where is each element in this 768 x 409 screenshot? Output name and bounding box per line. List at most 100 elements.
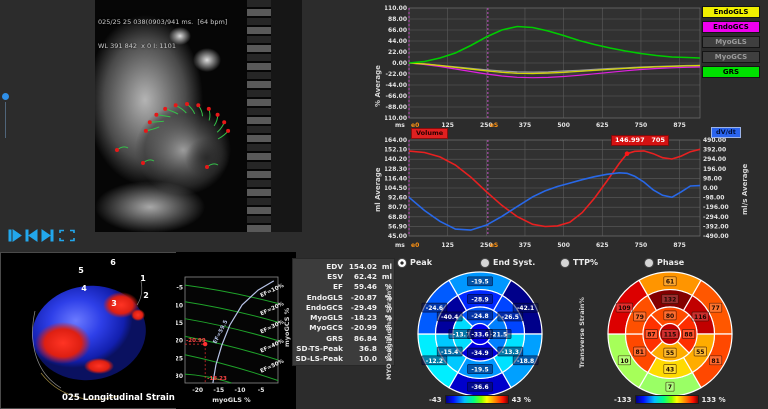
strain-y-axis-label: % Average [374, 52, 382, 120]
radio-dot[interactable] [398, 259, 406, 267]
svg-text:10: 10 [620, 358, 628, 365]
svg-text:-66.00: -66.00 [386, 93, 407, 100]
play-icon[interactable] [9, 230, 21, 241]
svg-text:109: 109 [618, 305, 631, 312]
svg-text:116.40: 116.40 [385, 175, 407, 182]
previous-frame-icon[interactable] [26, 230, 37, 241]
segment-value: 88 [682, 330, 694, 339]
svg-text:750: 750 [635, 242, 648, 249]
svg-text:104.50: 104.50 [385, 185, 407, 192]
legend-item-grs[interactable]: GRS [702, 66, 760, 78]
measurement-row-endogls: EndoGLS-20.87% [295, 292, 392, 302]
svg-text:-196.00: -196.00 [703, 204, 729, 211]
mri-viewport[interactable]: 025/25 25 038(0903/941 ms. [64 bpm] WL 3… [95, 0, 302, 232]
svg-text:-490.00: -490.00 [703, 233, 729, 240]
radio-dot[interactable] [645, 259, 653, 267]
fullscreen-icon[interactable] [60, 231, 74, 241]
measurement-value: -18.23 [343, 313, 377, 322]
segment-value: 81 [709, 356, 721, 365]
measurement-label: SD-LS-Peak [295, 354, 343, 363]
heart-3d-model[interactable]: 123456 [1, 253, 177, 408]
svg-text:81: 81 [636, 349, 644, 356]
volume-button[interactable]: Volume [411, 128, 448, 139]
svg-text:43: 43 [666, 366, 674, 373]
segment-value: -42.1 [513, 303, 538, 312]
svg-text:66.00: 66.00 [388, 27, 407, 34]
segment-value: -13.3 [498, 347, 523, 356]
svg-text:625: 625 [596, 242, 609, 249]
svg-text:0.00: 0.00 [703, 185, 718, 192]
playback-controls[interactable] [8, 228, 78, 243]
radio-phase[interactable]: Phase [645, 258, 684, 267]
svg-text:140.20: 140.20 [385, 156, 407, 163]
measurement-row-sd-ts-peak: SD-TS-Peak36.8% [295, 343, 392, 353]
radio-dot[interactable] [481, 259, 489, 267]
svg-text:56.90: 56.90 [388, 223, 407, 230]
frame-slider-track[interactable] [5, 102, 6, 138]
measurement-value: 62.42 [343, 272, 377, 281]
svg-text:125: 125 [441, 242, 454, 249]
radio-peak[interactable]: Peak [398, 258, 432, 267]
y-tick: -10 [176, 302, 183, 309]
legend-item-myogls[interactable]: MyoGLS [702, 36, 760, 48]
longitudinal-bullseye[interactable]: -19.5-42.1-18.8-36.6-12.2-24.6-28.9-26.5… [410, 265, 550, 399]
svg-text:79: 79 [636, 314, 644, 321]
svg-text:875: 875 [673, 242, 686, 249]
svg-text:116: 116 [694, 314, 707, 321]
measurements-panel: EDV154.02mlESV62.42mlEF59.46%EndoGLS-20.… [292, 258, 395, 366]
bullseye-right-label: Transverse Strain% [578, 283, 586, 383]
segment-value: -15.4 [437, 347, 462, 356]
segment-value: 115 [662, 330, 679, 339]
segment-value: 87 [645, 330, 657, 339]
legend-item-endogcs[interactable]: EndoGCS [702, 21, 760, 33]
volume-point-tooltip: 146.997 705 [611, 135, 669, 146]
legend-item-endogls[interactable]: EndoGLS [702, 6, 760, 18]
y-tick-labels: 164.00152.10140.20128.30116.40104.5092.6… [385, 137, 407, 240]
segment-value: 116 [692, 312, 709, 321]
svg-text:-33.6: -33.6 [471, 331, 488, 338]
ef-nomogram-plot[interactable]: -5-10-15-20-25-30-20-15-10-5myoGLS %EF=1… [176, 252, 296, 409]
legend-item-myogcs[interactable]: MyoGCS [702, 51, 760, 63]
svg-text:-44.00: -44.00 [386, 82, 407, 89]
next-frame-icon[interactable] [42, 230, 53, 241]
selected-data-point[interactable] [625, 151, 630, 156]
svg-text:-392.00: -392.00 [703, 223, 729, 230]
radio-dot[interactable] [561, 259, 569, 267]
measurement-label: MyoGLS [295, 313, 343, 322]
segment-value: -19.5 [468, 365, 493, 374]
strain-legend: EndoGLS EndoGCS MyoGLS MyoGCS GRS [702, 6, 762, 81]
segment-value: 55 [694, 347, 706, 356]
model-caption: 025 Longitudinal Strain [62, 393, 178, 403]
svg-text:45.00: 45.00 [388, 233, 407, 240]
svg-text:22.00: 22.00 [388, 49, 407, 56]
phase-marker-label: e0 [411, 242, 419, 249]
measurement-label: EF [295, 282, 343, 291]
svg-text:80.70: 80.70 [388, 204, 407, 211]
volume-dvdt-chart[interactable]: 164.00152.10140.20128.30116.40104.5092.6… [385, 126, 768, 254]
segment-number: 5 [78, 266, 84, 275]
svg-text:-34.9: -34.9 [471, 350, 488, 357]
dvdt-button[interactable]: dV/dt [711, 127, 741, 138]
x-tick: -20 [192, 387, 203, 394]
radio-label: End Syst. [493, 258, 535, 267]
svg-text:7: 7 [668, 384, 672, 391]
measurement-value: -20.87 [343, 293, 377, 302]
longitudinal-scalebar: -43 43 % [429, 395, 531, 404]
svg-text:80: 80 [666, 313, 674, 320]
svg-text:-40.4: -40.4 [441, 314, 458, 321]
frame-slider-handle[interactable] [2, 93, 9, 100]
segment-value: 43 [664, 365, 676, 374]
radio-ttp-[interactable]: TTP% [561, 258, 598, 267]
measurement-value: 36.8 [343, 344, 377, 353]
transverse-bullseye[interactable]: 6177817101091321165543817980885587115 [600, 265, 740, 399]
volume-y-axis-label: ml Average [374, 150, 382, 230]
segment-value: 61 [664, 277, 676, 286]
strain-3d-view[interactable]: 123456 [0, 252, 178, 409]
svg-text:-24.6: -24.6 [426, 305, 443, 312]
svg-text:0.00: 0.00 [392, 60, 407, 67]
svg-text:-88.00: -88.00 [386, 104, 407, 111]
svg-text:-13.3: -13.3 [502, 349, 519, 356]
radio-end-syst-[interactable]: End Syst. [481, 258, 535, 267]
segment-number: 2 [143, 291, 149, 300]
svg-text:77: 77 [711, 305, 719, 312]
